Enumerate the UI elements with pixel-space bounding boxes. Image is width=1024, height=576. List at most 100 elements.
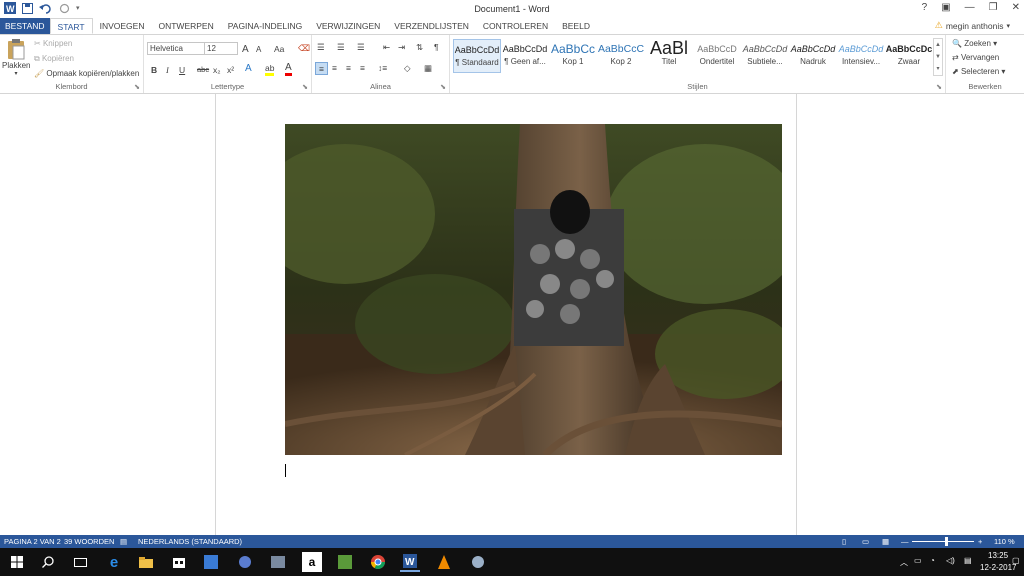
increase-indent-icon[interactable]: ⇥	[398, 42, 405, 53]
clear-formatting-icon[interactable]: ⌫	[298, 43, 310, 54]
app-icon-blue[interactable]	[201, 552, 221, 572]
show-formatting-button[interactable]: ¶	[434, 42, 439, 52]
windows-start-icon[interactable]	[7, 552, 27, 572]
style-titel[interactable]: AaBl Titel	[645, 39, 693, 73]
borders-icon[interactable]: ▦	[424, 63, 432, 74]
network-icon[interactable]: ◔	[930, 556, 935, 565]
style-subtiele-nadruk[interactable]: AaBbCcDd Subtiele...	[741, 39, 789, 73]
align-center-icon[interactable]: ≡	[332, 63, 337, 73]
page-count[interactable]: PAGINA 2 VAN 2	[4, 537, 61, 546]
app-icon-green[interactable]	[335, 552, 355, 572]
tab-controleren[interactable]: CONTROLEREN	[476, 18, 555, 34]
tab-verwijzingen[interactable]: VERWIJZINGEN	[309, 18, 387, 34]
styles-scrollbar[interactable]: ▲ ▼ ▾	[933, 38, 943, 76]
sort-icon[interactable]: ⇅	[416, 42, 423, 53]
style-geen-afstand[interactable]: AaBbCcDd ¶ Geen af...	[501, 39, 549, 73]
align-left-icon[interactable]: ≡	[315, 62, 328, 75]
help-button[interactable]: ?	[922, 2, 928, 13]
app-icon-grey[interactable]	[268, 552, 288, 572]
decrease-indent-icon[interactable]: ⇤	[383, 42, 390, 53]
user-account[interactable]: ⚠ megin anthonis ▾	[935, 20, 1010, 31]
style-nadruk[interactable]: AaBbCcDd Nadruk	[789, 39, 837, 73]
word-taskbar-icon[interactable]: W	[400, 552, 420, 572]
task-view-icon[interactable]	[70, 552, 90, 572]
tab-invoegen[interactable]: INVOEGEN	[93, 18, 152, 34]
edge-icon[interactable]: e	[104, 552, 124, 572]
format-painter-button[interactable]: 🖌 Opmaak kopiëren/plakken	[34, 69, 139, 78]
clock-time[interactable]: 13:25	[988, 551, 1008, 560]
style-zwaar[interactable]: AaBbCcDc Zwaar	[885, 39, 933, 73]
tab-start[interactable]: START	[49, 18, 93, 34]
vlc-icon[interactable]	[434, 552, 454, 572]
underline-button[interactable]: U	[179, 65, 185, 75]
tab-bestand[interactable]: BESTAND	[0, 18, 50, 34]
volume-icon[interactable]: ◁)	[946, 556, 955, 565]
bullets-icon[interactable]: ☰	[317, 42, 325, 53]
tab-beeld[interactable]: BEELD	[555, 18, 597, 34]
tab-ontwerpen[interactable]: ONTWERPEN	[151, 18, 220, 34]
app-icon-circle[interactable]	[235, 552, 255, 572]
italic-button[interactable]: I	[166, 65, 169, 75]
tab-pagina-indeling[interactable]: PAGINA-INDELING	[221, 18, 309, 34]
style-kop-2[interactable]: AaBbCcC Kop 2	[597, 39, 645, 73]
font-family-select[interactable]: Helvetica	[147, 42, 205, 55]
shading-icon[interactable]: ◇	[404, 63, 411, 74]
clock-date[interactable]: 12-2-2017	[980, 563, 1016, 572]
amazon-icon[interactable]: a	[302, 552, 322, 572]
text-effects-icon[interactable]: A	[245, 63, 252, 74]
grow-font-button[interactable]: A	[242, 44, 249, 55]
replace-button[interactable]: ⇄ Vervangen	[952, 53, 999, 62]
ribbon-display-icon[interactable]: ▣	[941, 2, 950, 13]
chrome-icon[interactable]	[368, 552, 388, 572]
paste-button[interactable]: Plakken ▾	[2, 38, 30, 82]
bold-button[interactable]: B	[151, 65, 157, 75]
minimize-button[interactable]: —	[965, 2, 975, 13]
subscript-button[interactable]: x₂	[213, 65, 221, 75]
store-icon[interactable]	[169, 552, 189, 572]
language[interactable]: NEDERLANDS (STANDAARD)	[138, 537, 242, 546]
align-right-icon[interactable]: ≡	[346, 63, 351, 73]
notifications-icon[interactable]: ▢	[1012, 556, 1020, 565]
copy-button[interactable]: ⧉ Kopiëren	[34, 54, 74, 64]
app-icon-bird[interactable]	[468, 552, 488, 572]
strikethrough-button[interactable]: abc	[197, 65, 209, 74]
zoom-in-button[interactable]: +	[978, 537, 982, 546]
style-ondertitel[interactable]: AaBbCcD Ondertitel	[693, 39, 741, 73]
style-intensieve-nadruk[interactable]: AaBbCcDd Intensiev...	[837, 39, 885, 73]
tab-verzendlijsten[interactable]: VERZENDLIJSTEN	[387, 18, 476, 34]
tray-chevron-icon[interactable]: ︿	[900, 557, 908, 568]
print-layout-icon[interactable]: ▭	[862, 537, 869, 546]
superscript-button[interactable]: x²	[227, 65, 234, 75]
dialog-launcher-icon[interactable]: ⬊	[440, 83, 446, 91]
zoom-out-button[interactable]: —	[901, 537, 909, 546]
highlight-icon[interactable]: ab	[265, 64, 275, 76]
style-standaard[interactable]: AaBbCcDd ¶ Standaard	[453, 39, 501, 73]
forest-tree-photo[interactable]	[285, 124, 782, 455]
dialog-launcher-icon[interactable]: ⬊	[936, 83, 942, 91]
restore-button[interactable]: ❐	[989, 2, 998, 13]
close-button[interactable]: ✕	[1012, 2, 1020, 13]
find-button[interactable]: 🔍 Zoeken ▾	[952, 39, 997, 48]
numbering-icon[interactable]: ☰	[337, 42, 345, 53]
web-layout-icon[interactable]: ▦	[882, 537, 889, 546]
keyboard-icon[interactable]: ▤	[964, 556, 972, 565]
style-kop-1[interactable]: AaBbCc Kop 1	[549, 39, 597, 73]
zoom-level[interactable]: 110 %	[994, 537, 1015, 546]
read-mode-icon[interactable]: ▯	[842, 537, 846, 546]
word-count[interactable]: 39 WOORDEN	[64, 537, 114, 546]
multilevel-list-icon[interactable]: ☰	[357, 42, 365, 53]
file-explorer-icon[interactable]	[136, 552, 156, 572]
zoom-slider-thumb[interactable]	[945, 537, 949, 546]
justify-icon[interactable]: ≡	[360, 63, 365, 73]
dialog-launcher-icon[interactable]: ⬊	[302, 83, 308, 91]
zoom-slider[interactable]	[912, 537, 974, 546]
shrink-font-button[interactable]: A	[256, 45, 261, 54]
search-icon[interactable]	[38, 552, 58, 572]
cut-button[interactable]: ✂ Knippen	[34, 39, 72, 48]
change-case-button[interactable]: Aa	[274, 44, 284, 54]
font-color-button[interactable]: A	[285, 63, 292, 76]
proofing-icon[interactable]: ▤	[120, 537, 127, 546]
line-spacing-icon[interactable]: ↕≡	[378, 63, 387, 73]
select-button[interactable]: ⬈ Selecteren ▾	[952, 67, 1005, 76]
battery-icon[interactable]: ▭	[914, 556, 922, 565]
